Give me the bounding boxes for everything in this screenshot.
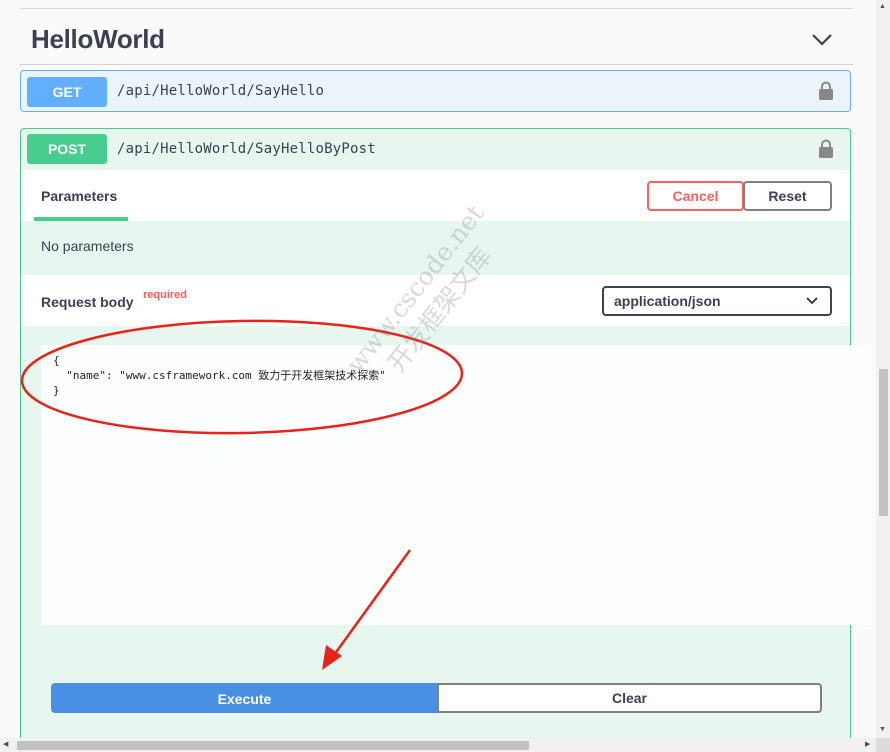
cancel-button[interactable]: Cancel bbox=[647, 181, 744, 211]
divider bbox=[20, 8, 853, 9]
execute-row: Execute Clear bbox=[51, 683, 822, 713]
operation-summary[interactable]: POST /api/HelloWorld/SayHelloByPost bbox=[21, 129, 850, 169]
content-type-select[interactable]: application/json bbox=[602, 286, 832, 316]
scrollbar-corner bbox=[876, 738, 890, 752]
request-body-editor[interactable]: { "name": "www.csframework.com 致力于开发框架技术… bbox=[41, 345, 872, 625]
operation-summary[interactable]: GET /api/HelloWorld/SayHello bbox=[21, 71, 850, 111]
no-parameters-text: No parameters bbox=[41, 238, 134, 254]
request-body-text[interactable]: { "name": "www.csframework.com 致力于开发框架技术… bbox=[53, 353, 386, 398]
reset-button[interactable]: Reset bbox=[743, 181, 832, 211]
get-operation[interactable]: GET /api/HelloWorld/SayHello bbox=[20, 70, 851, 112]
vertical-scrollbar[interactable]: ▲ ▼ bbox=[876, 0, 890, 738]
lock-icon[interactable] bbox=[818, 139, 834, 159]
method-badge-get: GET bbox=[27, 77, 107, 107]
required-marker: required bbox=[143, 289, 188, 301]
execute-button[interactable]: Execute bbox=[51, 683, 438, 713]
operation-path: /api/HelloWorld/SayHelloByPost bbox=[117, 141, 376, 157]
method-badge-post: POST bbox=[27, 134, 107, 164]
chevron-down-icon[interactable] bbox=[809, 28, 835, 50]
scroll-left-icon[interactable]: ◀ bbox=[3, 741, 8, 748]
scroll-up-icon[interactable]: ▲ bbox=[879, 3, 886, 10]
chevron-down-icon bbox=[806, 297, 818, 305]
clear-button[interactable]: Clear bbox=[437, 683, 822, 713]
parameters-header: Parameters Cancel Reset bbox=[21, 170, 850, 221]
tag-section-header[interactable]: HelloWorld bbox=[20, 14, 853, 64]
operation-path: /api/HelloWorld/SayHello bbox=[117, 83, 325, 99]
divider bbox=[20, 64, 853, 65]
scroll-down-icon[interactable]: ▼ bbox=[879, 726, 886, 733]
section-title: HelloWorld bbox=[31, 24, 165, 54]
tab-parameters[interactable]: Parameters bbox=[41, 188, 117, 204]
content-type-value: application/json bbox=[614, 293, 721, 309]
horizontal-scrollbar[interactable]: ◀ ▶ bbox=[0, 738, 876, 752]
page: HelloWorld GET /api/HelloWorld/SayHello … bbox=[0, 0, 876, 743]
horizontal-scroll-thumb[interactable] bbox=[17, 741, 529, 750]
vertical-scroll-thumb[interactable] bbox=[879, 369, 888, 516]
lock-icon[interactable] bbox=[818, 81, 834, 101]
scroll-right-icon[interactable]: ▶ bbox=[865, 741, 870, 748]
request-body-label: Request body bbox=[41, 294, 134, 310]
active-tab-indicator bbox=[34, 217, 128, 221]
